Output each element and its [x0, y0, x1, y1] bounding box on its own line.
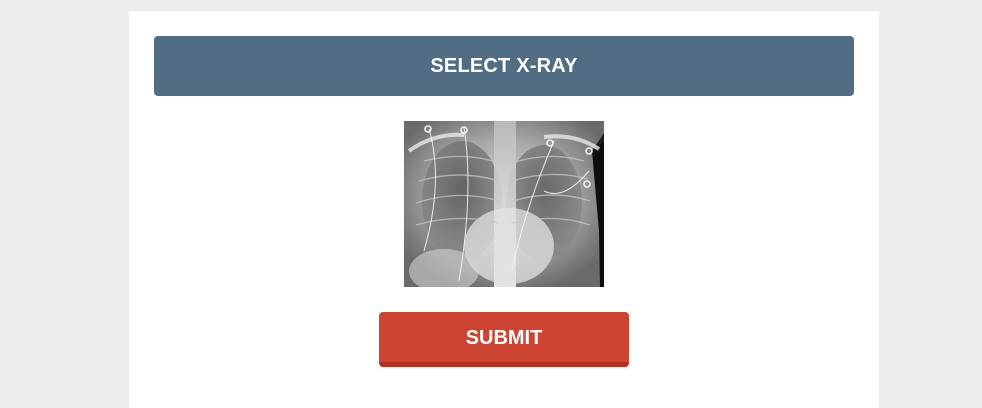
- submit-label: SUBMIT: [465, 327, 543, 349]
- select-xray-label: SELECT X-RAY: [430, 54, 578, 77]
- submit-button[interactable]: SUBMIT: [379, 312, 629, 367]
- select-xray-button[interactable]: SELECT X-RAY: [154, 36, 854, 96]
- upload-card: SELECT X-RAY SUBMIT: [129, 11, 879, 408]
- xray-image-preview: [404, 121, 604, 287]
